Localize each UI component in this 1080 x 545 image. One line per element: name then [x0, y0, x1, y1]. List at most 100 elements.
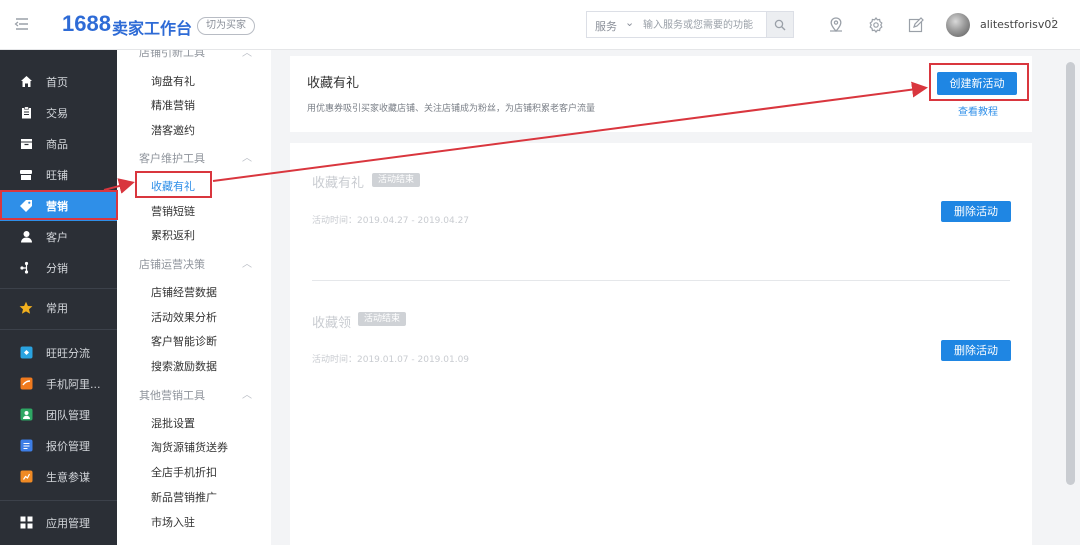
sidebar-item-app-management[interactable]: 应用管理 — [0, 507, 117, 538]
activity-name: 收藏有礼 — [312, 176, 365, 191]
submenu-item[interactable]: 店铺经营数据 — [151, 284, 217, 300]
sidebar-item-label: 分销 — [46, 261, 68, 275]
activity-time: 活动时间：2019.04.27 - 2019.04.27 — [312, 216, 470, 226]
top-bar: 1688 卖家工作台 切为买家 服务 ⌄ alitestforisv02 ⋮ — [0, 0, 1080, 50]
sidebar-divider — [0, 329, 117, 330]
activity-time: 活动时间：2019.01.07 - 2019.01.09 — [312, 355, 470, 365]
status-badge: 活动结束 — [372, 173, 421, 187]
submenu-item[interactable]: 精准营销 — [151, 97, 195, 113]
location-pin-icon[interactable] — [826, 15, 846, 35]
star-icon — [19, 301, 33, 315]
sidebar-divider — [0, 288, 117, 289]
page-description: 用优惠券吸引买家收藏店铺、关注店铺成为粉丝，为店铺积累老客户流量 — [307, 104, 596, 114]
sidebar-item-mobile-ali[interactable]: 手机阿里... — [0, 368, 117, 399]
apps-icon — [19, 516, 33, 530]
user-icon — [19, 230, 33, 244]
submenu-item[interactable]: 全店手机折扣 — [151, 464, 217, 480]
create-activity-button[interactable]: 创建新活动 — [937, 72, 1017, 95]
sidebar-item-label: 旺铺 — [46, 168, 68, 182]
team-icon — [19, 408, 33, 422]
activity-name: 收藏领 — [312, 316, 352, 331]
box-icon — [19, 137, 33, 151]
sidebar-item-label: 交易 — [46, 106, 68, 120]
submenu-item[interactable]: 淘货源铺货送券 — [151, 439, 228, 455]
sidebar-item-label: 团队管理 — [46, 408, 90, 422]
view-tutorial-link[interactable]: 查看教程 — [958, 103, 998, 118]
sidebar-item-products[interactable]: 商品 — [0, 128, 117, 159]
submenu-item[interactable]: 营销短链 — [151, 203, 195, 219]
logo-text[interactable]: 卖家工作台 — [112, 15, 192, 39]
mobile-ali-icon — [19, 377, 33, 391]
submenu-item[interactable]: 混批设置 — [151, 415, 195, 431]
sidebar-item-label: 生意参谋 — [46, 470, 90, 484]
chevron-up-icon[interactable]: ︿ — [242, 50, 252, 59]
sidebar-item-home[interactable]: 首页 — [0, 66, 117, 97]
sidebar-item-marketing[interactable]: 营销 — [0, 190, 117, 221]
sidebar-item-label: 报价管理 — [46, 439, 90, 453]
sidebar-item-favorites[interactable]: 常用 — [0, 292, 117, 323]
submenu-group-title[interactable]: 其他营销工具 — [139, 387, 205, 403]
home-icon — [19, 75, 33, 89]
menu-toggle-icon[interactable] — [14, 16, 30, 32]
search-icon — [774, 19, 786, 30]
submenu-item[interactable]: 客户智能诊断 — [151, 333, 217, 349]
wangwang-icon — [19, 346, 33, 360]
avatar[interactable] — [946, 13, 970, 37]
sidebar-item-team[interactable]: 团队管理 — [0, 399, 117, 430]
sidebar-item-distribution[interactable]: 分销 — [0, 252, 117, 283]
submenu-item[interactable]: 活动效果分析 — [151, 309, 217, 325]
switch-to-buyer-button[interactable]: 切为买家 — [197, 17, 255, 35]
quote-icon — [19, 439, 33, 453]
edit-icon[interactable] — [906, 15, 926, 35]
search-input[interactable] — [643, 16, 765, 34]
submenu-item[interactable]: 潜客邀约 — [151, 122, 195, 138]
marketing-submenu: 店铺引新工具 ︿ 询盘有礼 精准营销 潜客邀约 客户维护工具 ︿ 收藏有礼 营销… — [117, 50, 271, 545]
delete-activity-button[interactable]: 删除活动 — [941, 340, 1011, 361]
page-scrollbar[interactable] — [1066, 62, 1075, 485]
search-category-select[interactable]: 服务 — [595, 18, 617, 34]
submenu-item[interactable]: 累积返利 — [151, 227, 195, 243]
main-sidebar: 首页 交易 商品 旺铺 营销 客户 分销 常用 旺旺分流 手机阿里... 团队管… — [0, 50, 117, 545]
service-search: 服务 ⌄ — [586, 11, 794, 38]
sidebar-item-label: 旺旺分流 — [46, 346, 90, 360]
sidebar-item-shop[interactable]: 旺铺 — [0, 159, 117, 190]
shop-icon — [19, 168, 33, 182]
sidebar-item-customers[interactable]: 客户 — [0, 221, 117, 252]
delete-activity-button[interactable]: 删除活动 — [941, 201, 1011, 222]
tag-icon — [19, 199, 33, 213]
business-advisor-icon — [19, 470, 33, 484]
sidebar-item-trade[interactable]: 交易 — [0, 97, 117, 128]
page-header-card: 收藏有礼 用优惠券吸引买家收藏店铺、关注店铺成为粉丝，为店铺积累老客户流量 创建… — [290, 56, 1032, 132]
submenu-item[interactable]: 市场入驻 — [151, 514, 195, 530]
sidebar-item-label: 客户 — [46, 230, 68, 244]
sidebar-item-business-advisor[interactable]: 生意参谋 — [0, 461, 117, 492]
divider — [312, 280, 1010, 281]
activity-list-card: 收藏有礼 活动结束 活动时间：2019.04.27 - 2019.04.27 删… — [290, 143, 1032, 545]
chevron-up-icon[interactable]: ︿ — [242, 149, 252, 164]
submenu-group-title[interactable]: 店铺运营决策 — [139, 256, 205, 272]
sidebar-item-label: 首页 — [46, 75, 68, 89]
gear-icon[interactable] — [866, 15, 886, 35]
chevron-up-icon[interactable]: ︿ — [242, 255, 252, 270]
clipboard-icon — [19, 106, 33, 120]
submenu-item[interactable]: 新品营销推广 — [151, 489, 217, 505]
submenu-group-title[interactable]: 店铺引新工具 — [139, 50, 205, 60]
sidebar-item-label: 手机阿里... — [46, 377, 101, 391]
more-vertical-icon[interactable]: ⋮ — [1047, 15, 1059, 29]
search-button[interactable] — [766, 12, 793, 37]
sidebar-divider — [0, 500, 117, 501]
sidebar-item-quotes[interactable]: 报价管理 — [0, 430, 117, 461]
submenu-item[interactable]: 搜索激励数据 — [151, 358, 217, 374]
submenu-item[interactable]: 询盘有礼 — [151, 73, 195, 89]
sidebar-item-wangwang[interactable]: 旺旺分流 — [0, 337, 117, 368]
submenu-group-title[interactable]: 客户维护工具 — [139, 150, 205, 166]
chevron-up-icon[interactable]: ︿ — [242, 386, 252, 401]
chevron-down-icon[interactable]: ⌄ — [625, 16, 634, 29]
sidebar-item-label: 营销 — [46, 199, 68, 213]
submenu-item-active[interactable]: 收藏有礼 — [151, 178, 195, 194]
distribution-icon — [19, 261, 33, 275]
sidebar-item-label: 常用 — [46, 301, 68, 315]
status-badge: 活动结束 — [358, 312, 407, 326]
logo-number[interactable]: 1688 — [62, 11, 111, 37]
sidebar-item-label: 商品 — [46, 137, 68, 151]
